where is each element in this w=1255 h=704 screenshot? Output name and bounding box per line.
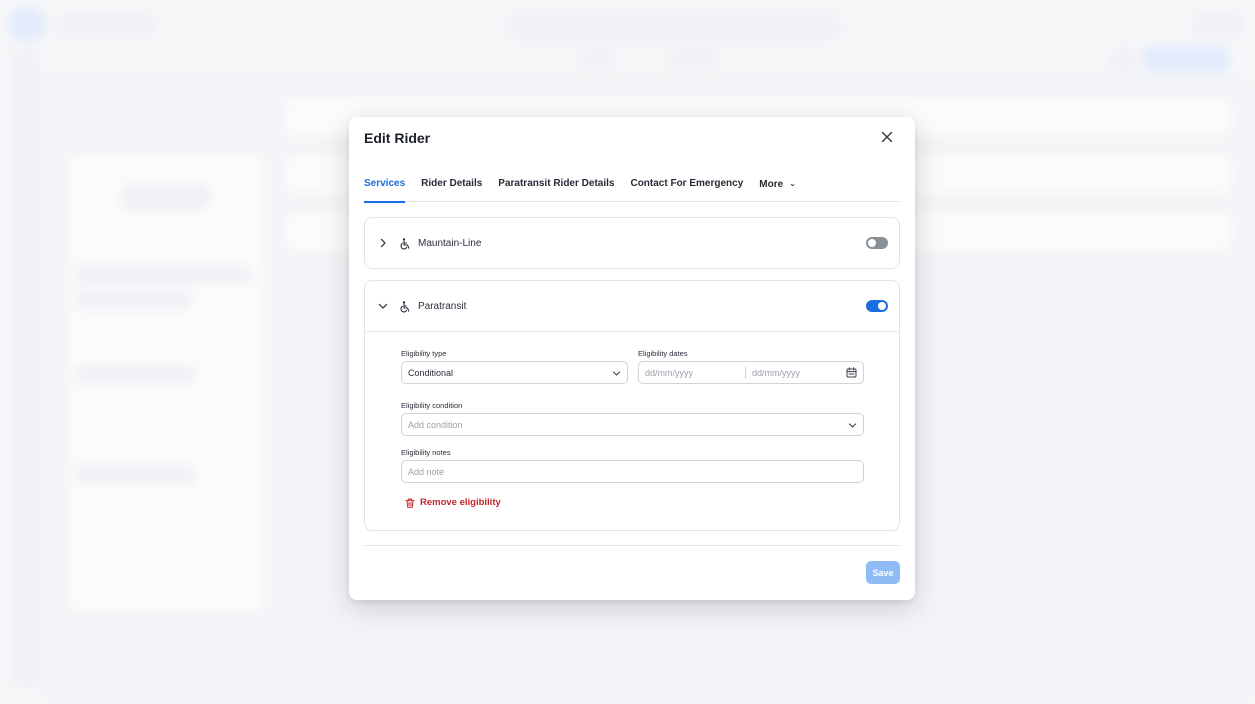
date-separator [745, 367, 746, 379]
chevron-down-icon [848, 421, 857, 430]
chevron-down-icon [612, 369, 621, 378]
edit-rider-dialog: Edit Rider Services Rider Details Paratr… [349, 117, 915, 600]
tab-more[interactable]: More ⌄ [751, 178, 804, 202]
eligibility-panel: Eligibility type Conditional Eligibility… [365, 331, 899, 530]
wheelchair-icon [399, 300, 411, 313]
eligibility-notes-placeholder: Add note [408, 466, 445, 477]
remove-eligibility-button[interactable]: Remove eligibility [405, 497, 501, 508]
chevron-right-icon[interactable] [377, 237, 389, 249]
service-name: Paratransit [418, 300, 467, 312]
service-name: Mauntain-Line [418, 237, 482, 249]
service-card-paratransit: Paratransit Eligibility type Conditional… [364, 280, 900, 531]
eligibility-dates-label: Eligibility dates [638, 349, 688, 358]
tab-paratransit-rider-details[interactable]: Paratransit Rider Details [490, 178, 622, 202]
eligibility-condition-select[interactable]: Add condition [401, 413, 864, 436]
tab-contact-for-emergency[interactable]: Contact For Emergency [622, 178, 751, 202]
eligibility-type-value: Conditional [408, 367, 454, 378]
tab-services[interactable]: Services [364, 178, 413, 203]
eligibility-condition-label: Eligibility condition [401, 401, 463, 410]
service-toggle[interactable] [866, 300, 888, 312]
toggle-knob [868, 239, 876, 247]
eligibility-notes-label: Eligibility notes [401, 448, 451, 457]
eligibility-dates-range[interactable]: dd/mm/yyyy dd/mm/yyyy [638, 361, 864, 384]
date-start-input[interactable]: dd/mm/yyyy [645, 368, 693, 378]
tab-bar: Services Rider Details Paratransit Rider… [364, 178, 900, 203]
tab-services-label: Services [364, 178, 406, 189]
tab-paratransit-rider-details-label: Paratransit Rider Details [498, 178, 615, 189]
tab-more-label: More [759, 179, 784, 190]
eligibility-type-label: Eligibility type [401, 349, 447, 358]
close-icon [881, 131, 893, 143]
toggle-knob [878, 302, 886, 310]
footer-divider [364, 545, 900, 546]
service-toggle[interactable] [866, 237, 888, 249]
tab-rider-details[interactable]: Rider Details [413, 178, 490, 202]
eligibility-type-select[interactable]: Conditional [401, 361, 628, 384]
tab-rider-details-label: Rider Details [421, 178, 483, 189]
chevron-down-icon: ⌄ [789, 179, 796, 188]
dialog-title: Edit Rider [364, 130, 431, 146]
wheelchair-icon [399, 237, 411, 250]
eligibility-condition-placeholder: Add condition [408, 419, 463, 430]
calendar-icon[interactable] [846, 367, 857, 378]
eligibility-notes-input[interactable]: Add note [401, 460, 864, 483]
save-button[interactable]: Save [866, 561, 900, 584]
date-end-input[interactable]: dd/mm/yyyy [752, 368, 800, 378]
remove-eligibility-label: Remove eligibility [420, 497, 501, 508]
chevron-down-icon[interactable] [377, 300, 389, 312]
close-button[interactable] [879, 129, 895, 145]
service-card-mauntain-line: Mauntain-Line [364, 217, 900, 269]
trash-icon [405, 498, 415, 508]
service-header[interactable]: Paratransit [365, 281, 899, 331]
tab-contact-for-emergency-label: Contact For Emergency [630, 178, 744, 189]
service-header[interactable]: Mauntain-Line [365, 218, 899, 268]
